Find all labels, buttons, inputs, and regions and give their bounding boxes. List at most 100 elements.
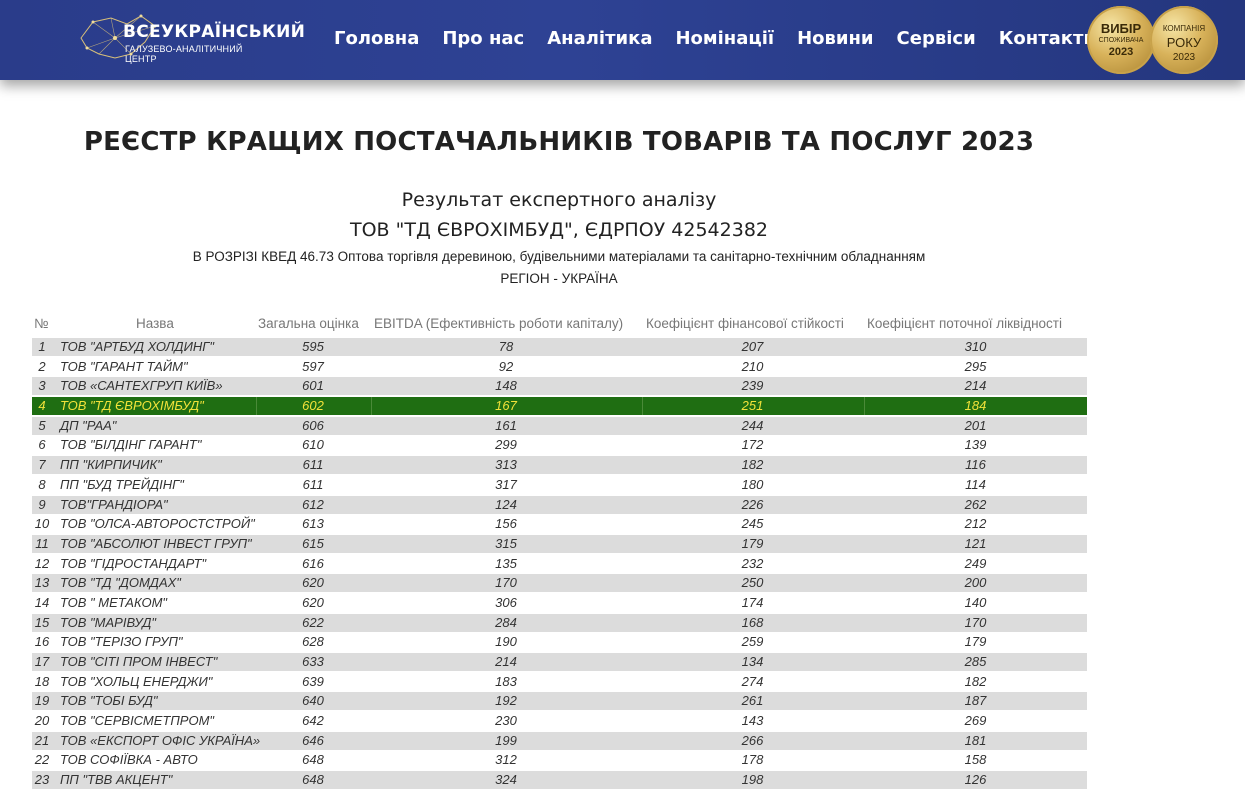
liquidity-value: 116	[965, 457, 986, 473]
liquidity-value: 140	[964, 594, 987, 610]
table-body: 1 ТОВ "АРТБУД ХОЛДИНГ" 595 78 207 310 2 ТОВ "ГА…	[32, 338, 1087, 791]
total-score: 640	[302, 693, 324, 709]
fin-stability-value: 261	[741, 693, 764, 709]
row-number: 1	[38, 339, 46, 354]
table-row: 13 ТОВ "ТД "ДОМДАХ" 620 170 250 200	[32, 574, 1087, 593]
fin-stability-value: 207	[741, 339, 764, 354]
table-row: 16 ТОВ "ТЕРІЗО ГРУП" 628 190 259 179	[32, 633, 1087, 652]
main-nav: Головна Про нас Аналітика Номінації Нови…	[334, 28, 1119, 49]
fin-stability-value: 250	[741, 575, 764, 591]
total-score: 610	[302, 437, 324, 453]
nav-contacts[interactable]: Контакти	[999, 28, 1096, 49]
liquidity-value: 310	[964, 339, 987, 354]
row-number: 9	[38, 496, 46, 512]
company-name: ТОВ "ТД ЄВРОХІМБУД"	[60, 398, 204, 414]
liquidity-value: 170	[964, 614, 987, 630]
nav-nominations[interactable]: Номінації	[675, 28, 774, 49]
table-row: 18 ТОВ "ХОЛЬЦ ЕНЕРДЖИ" 639 183 274 182	[32, 672, 1087, 691]
ebitda-value: 313	[495, 457, 517, 473]
total-score: 620	[302, 575, 324, 591]
liquidity-value: 262	[964, 496, 987, 512]
ebitda-value: 92	[498, 358, 514, 374]
fin-stability-value: 134	[741, 654, 764, 669]
total-score: 648	[302, 772, 324, 788]
ebitda-value: 317	[495, 476, 517, 492]
ebitda-value: 199	[495, 732, 517, 748]
row-number: 15	[34, 614, 50, 630]
total-score: 615	[302, 535, 324, 551]
badge-line1: ВИБІР	[1100, 21, 1142, 36]
company-name: ТОВ "АРТБУД ХОЛДИНГ"	[60, 339, 214, 354]
fin-stability-value: 244	[741, 417, 764, 433]
fin-stability-value: 178	[741, 752, 764, 768]
consumer-choice-badge[interactable]: ВИБІР СПОЖИВАЧА 2023	[1087, 6, 1155, 74]
table-row: 8 ПП "БУД ТРЕЙДІНГ" 611 317 180 114	[32, 475, 1087, 494]
table-row: 1 ТОВ "АРТБУД ХОЛДИНГ" 595 78 207 310	[32, 338, 1087, 356]
row-number: 19	[34, 693, 50, 709]
nav-about[interactable]: Про нас	[442, 28, 524, 49]
site-header: ВСЕУКРАЇНСЬКИЙ ГАЛУЗЕВО-АНАЛІТИЧНИЙ ЦЕНТ…	[0, 0, 1245, 80]
liquidity-value: 179	[964, 634, 987, 650]
liquidity-value: 181	[964, 732, 987, 748]
total-score: 595	[302, 339, 324, 354]
company-name: ПП "КИРПИЧИК"	[60, 457, 162, 473]
fin-stability-value: 172	[741, 437, 764, 453]
col-header-ebitda: EBITDA (Ефективність роботи капіталу)	[374, 316, 624, 331]
col-header-number: №	[34, 316, 49, 331]
fin-stability-value: 251	[741, 398, 764, 414]
fin-stability-value: 239	[741, 378, 764, 394]
liquidity-value: 121	[964, 535, 987, 551]
fin-stability-value: 259	[741, 634, 764, 650]
table-row: 17 ТОВ "СІТІ ПРОМ ІНВЕСТ" 633 214 134 285	[32, 653, 1087, 671]
fin-stability-value: 274	[741, 673, 764, 689]
col-header-score: Загальна оцінка	[258, 316, 359, 331]
ebitda-value: 299	[495, 437, 517, 453]
company-name: ТОВ "ГАРАНТ ТАЙМ"	[60, 358, 188, 374]
nav-services[interactable]: Сервіси	[897, 28, 976, 49]
fin-stability-value: 245	[741, 516, 764, 532]
table-row: 21 ТОВ «ЕКСПОРТ ОФІС УКРАЇНА» 646 199 266 181	[32, 731, 1087, 750]
table-row: 11 ТОВ "АБСОЛЮТ ІНВЕСТ ГРУП" 615 315 179 121	[32, 534, 1087, 553]
liquidity-value: 200	[964, 575, 987, 591]
total-score: 612	[302, 496, 324, 512]
company-of-year-badge[interactable]: КОМПАНІЯ РОКУ 2023	[1150, 6, 1218, 74]
kved-subtitle: В РОЗРІЗІ КВЕД 46.73 Оптова торгівля дер…	[192, 249, 926, 264]
company-name: ТОВ "ТЕРІЗО ГРУП"	[60, 634, 183, 650]
badge-line1: КОМПАНІЯ	[1162, 24, 1206, 33]
fin-stability-value: 179	[741, 535, 764, 551]
row-number: 12	[34, 555, 50, 571]
badge-line2: РОКУ	[1166, 35, 1202, 50]
total-score: 601	[302, 378, 324, 394]
fin-stability-value: 180	[741, 476, 764, 492]
badge-line3: 2023	[1108, 46, 1134, 58]
ebitda-value: 148	[495, 378, 517, 394]
company-name: ТОВ "ХОЛЬЦ ЕНЕРДЖИ"	[60, 673, 213, 689]
nav-home[interactable]: Головна	[334, 28, 419, 49]
table-row: 2 ТОВ "ГАРАНТ ТАЙМ" 597 92 210 295	[32, 357, 1087, 376]
nav-analytics[interactable]: Аналітика	[547, 28, 652, 49]
table-row-highlighted: 4 ТОВ "ТД ЄВРОХІМБУД" 602 167 251 184	[32, 397, 1087, 416]
ebitda-value: 284	[495, 614, 517, 630]
fin-stability-value: 232	[741, 555, 764, 571]
company-name: ПП "БУД ТРЕЙДІНГ"	[60, 476, 184, 492]
table-row: 19 ТОВ "ТОБІ БУД" 640 192 261 187	[32, 692, 1087, 711]
ebitda-value: 161	[495, 417, 517, 433]
row-number: 20	[34, 713, 50, 729]
table-row: 10 ТОВ "ОЛСА-АВТОРОСТСТРОЙ" 613 156 245 212	[32, 515, 1087, 534]
table-row: 20 ТОВ "СЕРВІСМЕТПРОМ" 642 230 143 269	[32, 712, 1087, 731]
total-score: 639	[302, 673, 324, 689]
site-logo[interactable]: ВСЕУКРАЇНСЬКИЙ ГАЛУЗЕВО-АНАЛІТИЧНИЙ ЦЕНТ…	[75, 8, 305, 72]
total-score: 633	[302, 654, 324, 669]
col-header-name: Назва	[136, 316, 174, 331]
logo-subtitle: ГАЛУЗЕВО-АНАЛІТИЧНИЙ ЦЕНТР	[125, 44, 243, 64]
ebitda-value: 190	[495, 634, 517, 650]
ebitda-value: 183	[495, 673, 517, 689]
fin-stability-value: 210	[741, 358, 764, 374]
row-number: 16	[34, 634, 50, 650]
ebitda-value: 324	[495, 772, 517, 788]
table-row: 3 ТОВ «САНТЕХГРУП КИЇВ» 601 148 239 214	[32, 377, 1087, 396]
liquidity-value: 212	[964, 516, 987, 532]
table-row: 15 ТОВ "МАРІВУД" 622 284 168 170	[32, 613, 1087, 632]
nav-news[interactable]: Новини	[797, 28, 873, 49]
ebitda-value: 156	[495, 516, 517, 532]
